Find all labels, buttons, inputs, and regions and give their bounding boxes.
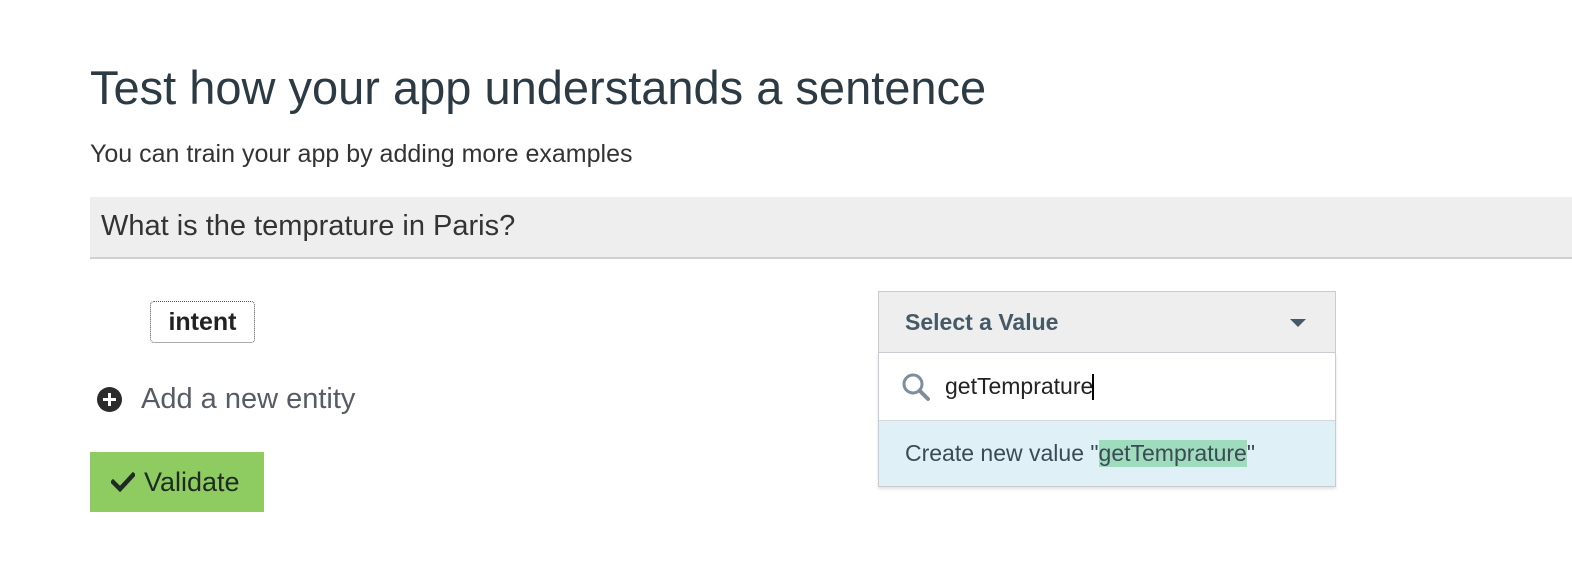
value-dropdown: Create new value "getTemprature" (878, 353, 1336, 487)
value-select-toggle[interactable]: Select a Value (878, 291, 1336, 353)
text-cursor (1092, 373, 1094, 400)
sentence-bar: What is the temprature in Paris? (90, 197, 1572, 259)
plus-circle-icon (97, 386, 122, 412)
sentence-text: What is the temprature in Paris? (101, 210, 516, 242)
value-search-row (879, 353, 1335, 421)
search-icon (902, 373, 930, 401)
value-select-label: Select a Value (905, 308, 1059, 335)
add-entity-label: Add a new entity (141, 382, 356, 415)
caret-down-icon (1290, 319, 1306, 327)
entity-tag-intent[interactable]: intent (150, 301, 255, 343)
create-value-highlight: getTemprature (1098, 440, 1247, 467)
create-value-option[interactable]: Create new value " getTemprature " (879, 421, 1335, 486)
value-select: Select a Value Create new value "getTemp… (878, 291, 1336, 487)
add-entity-button[interactable]: Add a new entity (97, 380, 355, 418)
validate-label: Validate (144, 466, 240, 497)
create-value-prefix: Create new value " (905, 440, 1099, 466)
value-search-input[interactable] (945, 373, 1305, 400)
check-icon (111, 472, 135, 492)
page-title: Test how your app understands a sentence (90, 61, 987, 114)
validate-button[interactable]: Validate (90, 452, 264, 512)
create-value-suffix: " (1246, 440, 1256, 466)
page-subtitle: You can train your app by adding more ex… (90, 140, 633, 168)
